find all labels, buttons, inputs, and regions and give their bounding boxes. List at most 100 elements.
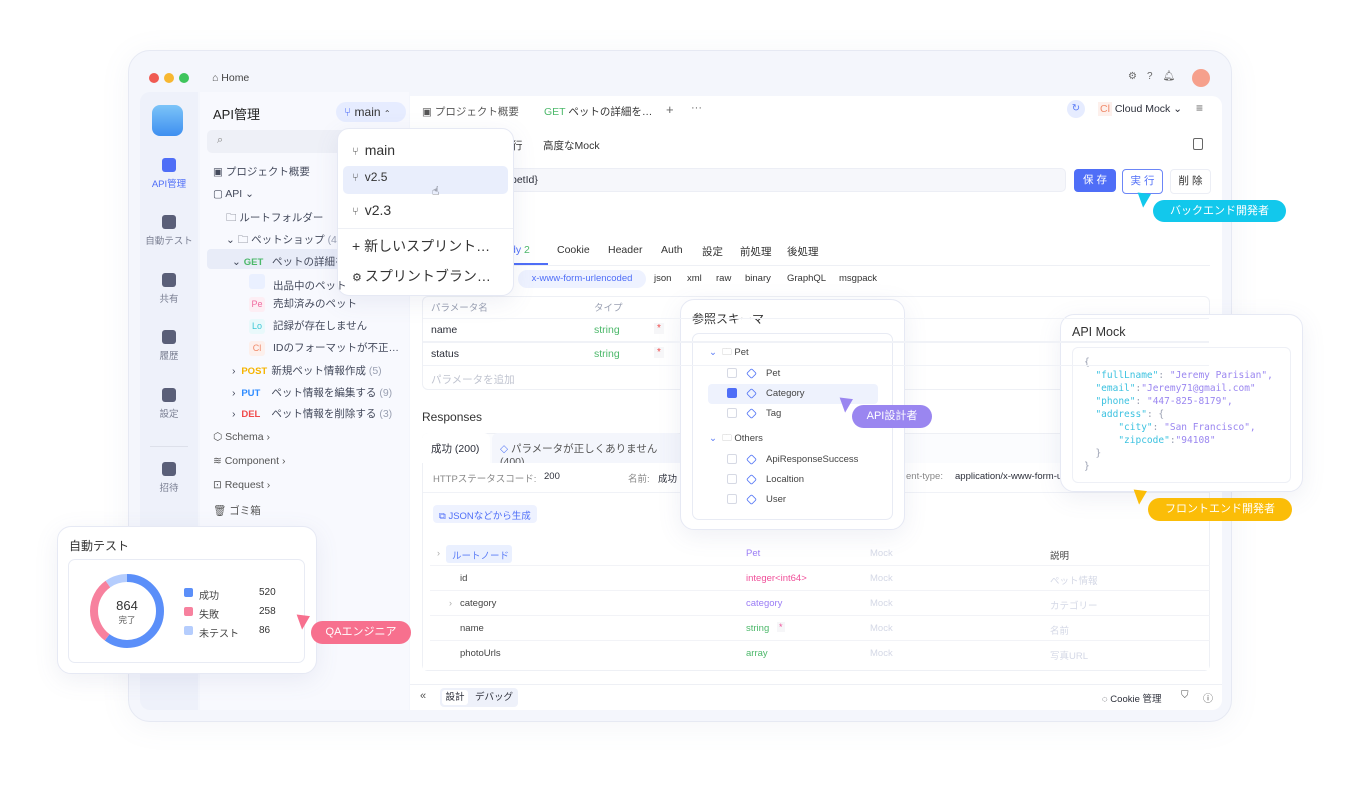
rail-item-test[interactable]: 自動テスト	[140, 215, 198, 247]
sidebar-item-post[interactable]: › POST 新規ペット情報作成 (5)	[232, 363, 382, 378]
sidebar-section-0[interactable]: ⬡ Schema ›	[213, 431, 270, 443]
tab-overview[interactable]: ▣ プロジェクト概要	[422, 104, 519, 119]
branch-selector[interactable]: ⑂ main ⌃	[336, 102, 406, 122]
response-tab-200[interactable]: 成功 (200)	[422, 433, 490, 463]
body-type-option[interactable]: xml	[687, 273, 702, 284]
sync-icon[interactable]: ↻	[1067, 100, 1085, 118]
branch-item-v2.3[interactable]: ⑂ v2.3	[352, 202, 391, 218]
sidebar-item-response[interactable]: Cl IDのフォーマットが不正…	[249, 340, 399, 356]
help-icon[interactable]: ⓘ	[1203, 690, 1213, 705]
checkbox[interactable]	[727, 494, 737, 505]
body-type-option[interactable]: GraphQL	[787, 273, 826, 284]
menu-icon[interactable]: ≡	[1196, 101, 1203, 115]
sidebar-item-del[interactable]: › DEL ペット情報を削除する (3)	[232, 406, 392, 421]
add-param-input[interactable]: パラメータを追加	[431, 372, 515, 387]
help-icon[interactable]: ?	[1147, 71, 1163, 82]
tree-field-mock[interactable]: Mock	[870, 548, 893, 559]
tree-field-mock[interactable]: Mock	[870, 573, 893, 584]
save-button[interactable]: 保 存	[1074, 169, 1116, 192]
sidebar-section-2[interactable]: ⊡ Request ›	[213, 479, 270, 491]
gear-icon[interactable]: ⚙	[1128, 71, 1147, 82]
checkbox[interactable]	[727, 474, 737, 485]
checkbox[interactable]	[727, 368, 737, 379]
add-tab-button[interactable]: +	[666, 102, 674, 117]
params-tab[interactable]: 後処理	[787, 244, 819, 259]
schema-group[interactable]: ⌄ 🗀 Others	[709, 431, 763, 447]
schema-item[interactable]: User	[727, 494, 786, 505]
tree-field-desc[interactable]: 写真URL	[1050, 648, 1088, 662]
cookie-manager-button[interactable]: ◌ Cookie 管理	[1102, 691, 1162, 705]
close-window-button[interactable]	[149, 73, 159, 83]
url-input[interactable]: petId}	[420, 168, 1066, 192]
home-link[interactable]: ⌂ Home	[212, 72, 249, 84]
schema-item[interactable]: Localtion	[727, 474, 804, 485]
environment-selector[interactable]: Cl Cloud Mock ⌄	[1094, 98, 1194, 120]
avatar[interactable]	[1192, 69, 1210, 87]
sidebar-item-put[interactable]: › PUT ペット情報を編集する (9)	[232, 385, 392, 400]
tree-field-desc[interactable]: 説明	[1050, 548, 1069, 562]
sidebar-item-overview[interactable]: ▣ プロジェクト概要	[213, 164, 310, 179]
get-pet-row[interactable]: ⌄ GET ペットの詳細を	[232, 254, 346, 269]
params-tab[interactable]: Cookie	[557, 244, 590, 256]
branch-item-v2.5[interactable]: ⑂ v2.5	[352, 170, 387, 184]
schema-group[interactable]: ⌄ 🗀 Pet	[709, 345, 749, 361]
mode-debug[interactable]: デバッグ	[475, 690, 513, 705]
schema-item[interactable]: Tag	[727, 408, 781, 419]
body-type-option[interactable]: json	[654, 273, 671, 284]
sidebar-item-response[interactable]: Lo 記録が存在しません	[249, 318, 367, 334]
collapse-icon[interactable]: «	[420, 690, 426, 702]
mode-design[interactable]: 設計	[442, 690, 468, 705]
bell-icon[interactable]: 🔔︎	[1163, 71, 1186, 82]
tree-field-mock[interactable]: Mock	[870, 598, 893, 609]
maximize-window-button[interactable]	[179, 73, 189, 83]
subtab-advanced-mock[interactable]: 高度なMock	[543, 138, 600, 153]
schema-item[interactable]: Pet	[727, 368, 780, 379]
generate-from-json-button[interactable]: ⧉ JSONなどから生成	[433, 505, 537, 523]
params-tab[interactable]: 設定	[702, 244, 723, 259]
tree-field-desc[interactable]: カテゴリー	[1050, 598, 1098, 612]
more-tabs-button[interactable]: ···	[691, 102, 702, 114]
panel-toggle-icon[interactable]	[1193, 138, 1203, 150]
checkbox[interactable]	[727, 454, 737, 465]
body-type-option[interactable]: binary	[745, 273, 771, 284]
checkbox[interactable]	[727, 408, 737, 419]
shirt-icon[interactable]: ⛉	[1181, 690, 1189, 701]
sidebar-item-root-folder[interactable]: 🗀 ルートフォルダー	[226, 210, 323, 228]
param-type[interactable]: string	[594, 324, 620, 336]
sidebar-item-petshop[interactable]: ⌄ 🗀 ペットショップ (4)	[226, 232, 340, 250]
chevron-right-icon[interactable]: ›	[449, 598, 452, 608]
delete-button[interactable]: 削 除	[1170, 169, 1211, 194]
param-type[interactable]: string	[594, 348, 620, 360]
branch-item-main[interactable]: ⑂ main	[352, 142, 395, 158]
schema-item[interactable]: ApiResponseSuccess	[727, 454, 858, 465]
tree-field-desc[interactable]: 名前	[1050, 623, 1069, 637]
rail-item-share[interactable]: 共有	[140, 273, 198, 305]
new-sprint-item[interactable]: + 新しいスプリント…	[352, 236, 490, 256]
param-name[interactable]: status	[431, 348, 459, 360]
response-tab-400[interactable]: ◇ パラメータが正しくありません (400)	[492, 433, 682, 468]
sidebar-section-1[interactable]: ≋ Component ›	[213, 455, 285, 467]
schema-item[interactable]: Category	[727, 388, 805, 399]
sprint-branch-item[interactable]: ⚙ スプリントブラン…	[352, 266, 491, 286]
tree-field-desc[interactable]: ペット情報	[1050, 573, 1098, 587]
tree-field-mock[interactable]: Mock	[870, 648, 893, 659]
rail-item-history[interactable]: 履歴	[140, 330, 198, 362]
body-type-urlencoded[interactable]: x-www-form-urlencoded	[518, 270, 646, 288]
rail-item-invite[interactable]: 招待	[140, 462, 198, 494]
tree-field-mock[interactable]: Mock	[870, 623, 893, 634]
param-name[interactable]: name	[431, 324, 457, 336]
checkbox[interactable]	[727, 388, 737, 399]
sidebar-section-3[interactable]: 🗑︎ ゴミ箱	[213, 503, 261, 518]
minimize-window-button[interactable]	[164, 73, 174, 83]
chevron-right-icon[interactable]: ›	[437, 548, 440, 558]
sidebar-item-response[interactable]: Pe 売却済みのペット	[249, 296, 357, 312]
rail-item-api[interactable]: API管理	[140, 158, 198, 190]
params-tab[interactable]: Header	[608, 244, 642, 256]
body-type-option[interactable]: msgpack	[839, 273, 877, 284]
rail-item-settings[interactable]: 設定	[140, 388, 198, 420]
params-tab[interactable]: Auth	[661, 244, 683, 256]
sidebar-item-response[interactable]: 出品中のペット	[249, 274, 347, 293]
sidebar-item-api[interactable]: ▢ API ⌄	[213, 188, 254, 200]
body-type-option[interactable]: raw	[716, 273, 731, 284]
project-logo[interactable]	[152, 105, 183, 136]
